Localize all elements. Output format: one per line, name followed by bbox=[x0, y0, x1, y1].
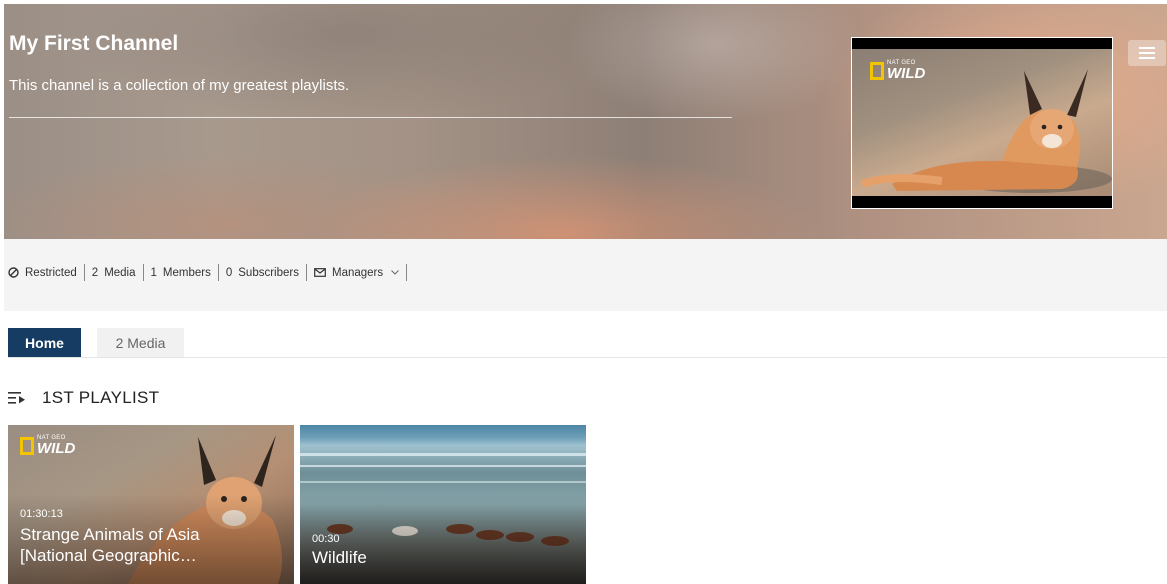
media-label: Media bbox=[104, 266, 136, 279]
managers-dropdown[interactable]: Managers bbox=[332, 267, 383, 279]
media-title[interactable]: Strange Animals of Asia [National Geogra… bbox=[20, 524, 260, 566]
banner-menu-button[interactable] bbox=[1128, 40, 1166, 66]
media-card[interactable]: 00:30 Wildlife bbox=[300, 425, 586, 584]
tab-home[interactable]: Home bbox=[8, 328, 81, 357]
playlist-icon bbox=[8, 391, 26, 405]
media-duration: 01:30:13 bbox=[20, 508, 63, 520]
chevron-down-icon[interactable] bbox=[391, 270, 399, 275]
tab-media[interactable]: 2 Media bbox=[97, 328, 184, 357]
members-label: Members bbox=[162, 266, 211, 279]
list-icon bbox=[1139, 47, 1155, 59]
natgeo-wild-logo: NAT GEO WILD bbox=[20, 435, 75, 456]
envelope-icon[interactable] bbox=[314, 268, 326, 277]
restricted-label: Restricted bbox=[25, 266, 77, 279]
media-duration: 00:30 bbox=[312, 533, 340, 545]
channel-tabs: Home 2 Media bbox=[8, 328, 200, 357]
channel-thumbnail[interactable]: NAT GEO WILD bbox=[851, 37, 1113, 209]
members-count: 1 bbox=[150, 266, 157, 279]
channel-stats-bar: Restricted 2 Media 1 Members 0 Subscribe… bbox=[4, 239, 1167, 311]
subscribers-count: 0 bbox=[225, 266, 233, 279]
channel-title: My First Channel bbox=[9, 32, 179, 55]
tabs-divider bbox=[8, 357, 1167, 358]
subscribers-label: Subscribers bbox=[238, 266, 299, 279]
media-card[interactable]: NAT GEO WILD 01:30:13 Strange Animals of… bbox=[8, 425, 294, 584]
banner-divider bbox=[9, 117, 732, 118]
channel-banner: My First Channel This channel is a colle… bbox=[4, 4, 1167, 239]
media-title[interactable]: Wildlife bbox=[312, 547, 367, 568]
natgeo-wild-logo: NAT GEO WILD bbox=[870, 60, 925, 81]
playlist-title: 1ST PLAYLIST bbox=[42, 388, 160, 407]
media-count: 2 bbox=[91, 266, 99, 279]
channel-description: This channel is a collection of my great… bbox=[9, 77, 350, 94]
playlist-header: 1ST PLAYLIST bbox=[8, 388, 159, 408]
restricted-icon bbox=[8, 267, 19, 278]
